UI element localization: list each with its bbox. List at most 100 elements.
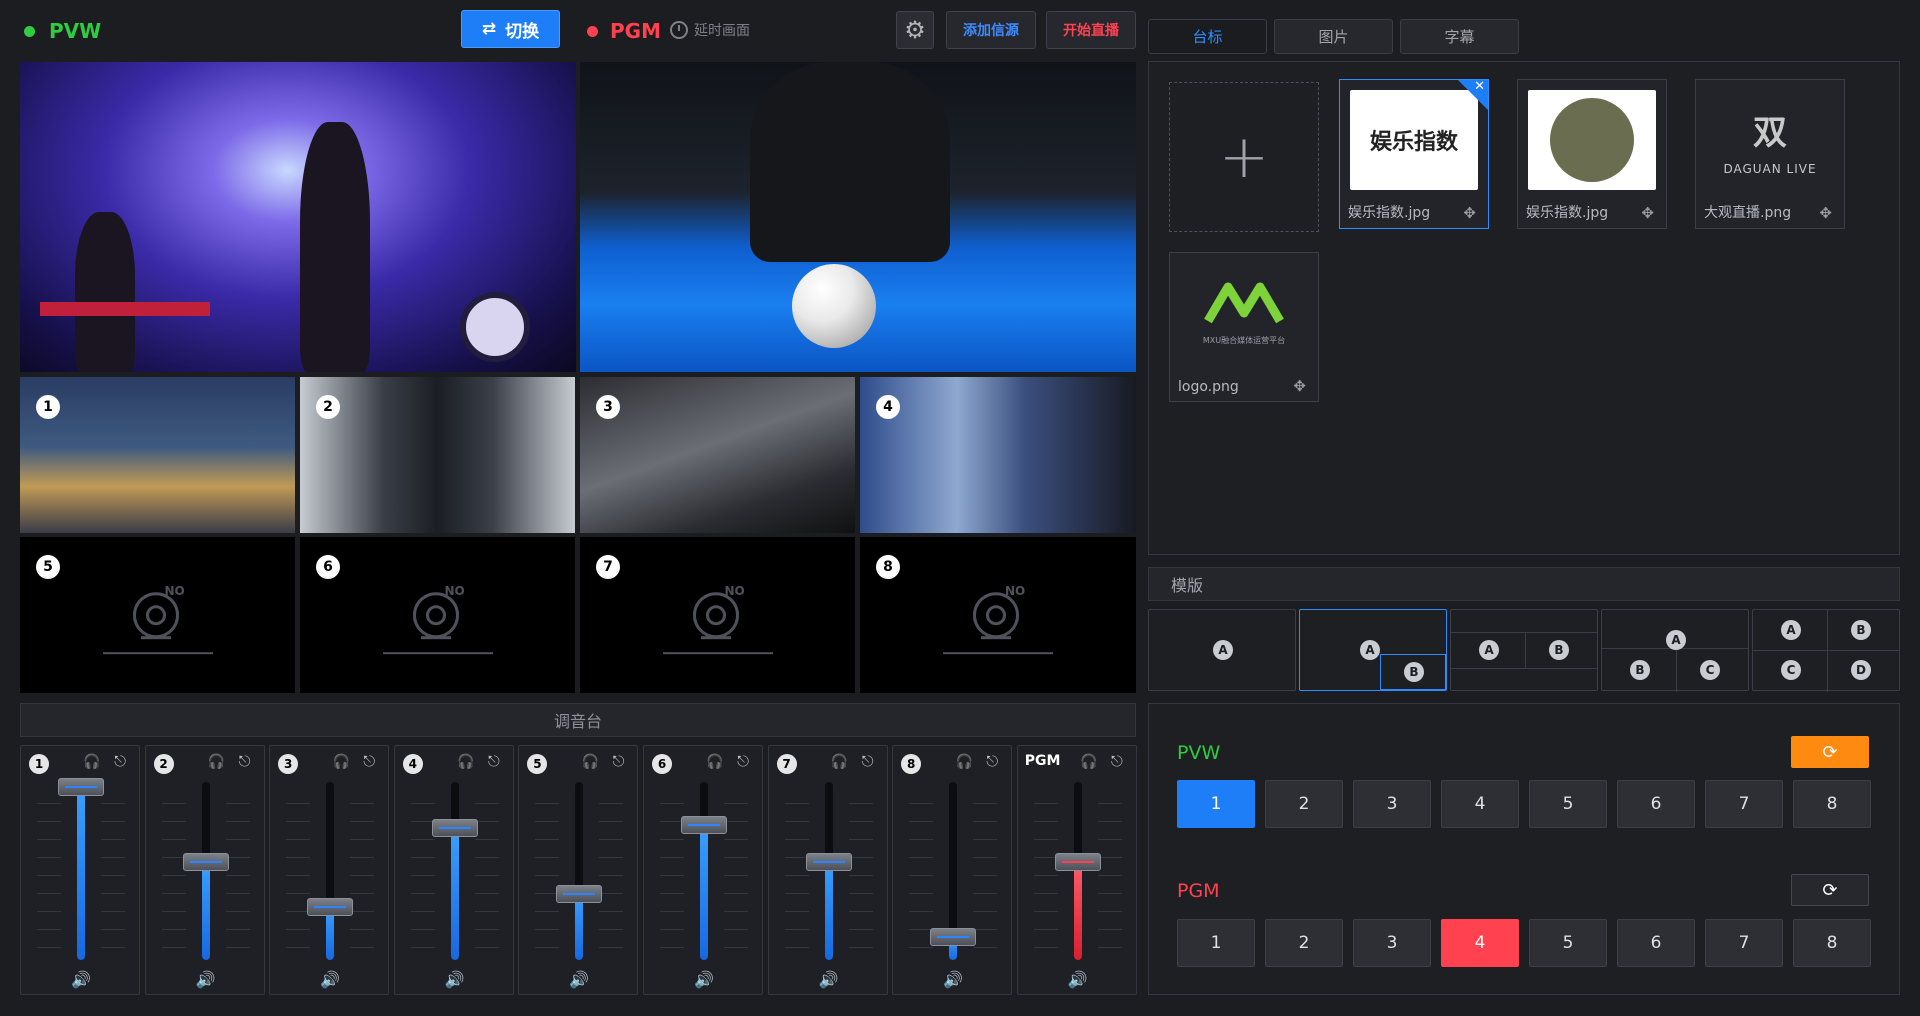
logo-panel: + 娱乐指数 娱乐指数.jpg ✥ ✕ 娱乐指数.jpg ✥ 双 DAGUAN …	[1148, 61, 1900, 555]
add-logo-button[interactable]: +	[1169, 82, 1319, 232]
speaker-icon[interactable]: 🔊	[318, 970, 342, 989]
go-live-button[interactable]: 开始直播	[1046, 11, 1136, 49]
move-icon[interactable]: ✥	[1463, 204, 1476, 222]
fader-knob[interactable]	[681, 815, 727, 834]
tab-caption[interactable]: 字幕	[1400, 19, 1519, 54]
exit-icon[interactable]: ⎋	[859, 752, 877, 770]
template-quad[interactable]: A B C D	[1752, 609, 1900, 692]
template-badge: A	[1479, 640, 1499, 660]
fader-track[interactable]	[326, 782, 335, 960]
pvw-refresh-button[interactable]: ⟳	[1791, 736, 1869, 768]
speaker-icon[interactable]: 🔊	[817, 970, 841, 989]
add-source-button[interactable]: 添加信源	[946, 11, 1036, 49]
pvw-source-button-7[interactable]: 7	[1705, 780, 1783, 828]
fader-track[interactable]	[575, 782, 584, 960]
source-tile-1[interactable]: 1	[20, 377, 295, 533]
fader-knob[interactable]	[58, 778, 104, 797]
exit-icon[interactable]: ⎋	[360, 752, 378, 770]
headphone-icon[interactable]: 🎧	[332, 754, 350, 770]
speaker-icon[interactable]: 🔊	[567, 970, 591, 989]
pvw-source-button-3[interactable]: 3	[1353, 780, 1431, 828]
source-tile-3[interactable]: 3	[580, 377, 855, 533]
speaker-icon[interactable]: 🔊	[1066, 970, 1090, 989]
headphone-icon[interactable]: 🎧	[831, 754, 849, 770]
tab-image[interactable]: 图片	[1274, 19, 1393, 54]
fader-knob[interactable]	[1054, 853, 1101, 872]
template-triple[interactable]: A B C	[1601, 609, 1749, 692]
pvw-source-button-4[interactable]: 4	[1441, 780, 1519, 828]
switcher-pvw-label: PVW	[1177, 742, 1221, 764]
pgm-source-button-5[interactable]: 5	[1529, 919, 1607, 967]
pgm-source-button-4[interactable]: 4	[1441, 919, 1519, 967]
template-single[interactable]: A	[1148, 609, 1296, 691]
level-fill	[700, 824, 708, 960]
template-pip[interactable]: A B	[1299, 609, 1447, 691]
fader-track[interactable]	[77, 782, 85, 960]
settings-button[interactable]: ⚙	[896, 11, 934, 49]
logo-tile[interactable]: MXU融合媒体运营平台 logo.png ✥	[1169, 252, 1319, 402]
exit-icon[interactable]: ⎋	[236, 752, 254, 770]
fader-track[interactable]	[700, 782, 708, 960]
fader-knob[interactable]	[556, 885, 603, 904]
speaker-icon[interactable]: 🔊	[194, 970, 218, 989]
fader-track[interactable]	[450, 782, 459, 960]
exit-icon[interactable]: ⎋	[1108, 752, 1126, 770]
headphone-icon[interactable]: 🎧	[208, 754, 226, 770]
logo-tile[interactable]: 娱乐指数.jpg ✥	[1517, 79, 1667, 229]
fader-knob[interactable]	[431, 819, 478, 838]
clock-icon	[670, 21, 688, 39]
mixer-channel-4: 4 🎧 ⎋ 🔊	[393, 745, 514, 995]
pgm-source-button-2[interactable]: 2	[1265, 919, 1343, 967]
pvw-source-button-1[interactable]: 1	[1177, 780, 1255, 828]
fader-knob[interactable]	[307, 897, 354, 916]
move-icon[interactable]: ✥	[1641, 204, 1654, 222]
exit-icon[interactable]: ⎋	[111, 752, 129, 770]
source-tile-2[interactable]: 2	[300, 377, 575, 533]
speaker-icon[interactable]: 🔊	[692, 970, 716, 989]
headphone-icon[interactable]: 🎧	[457, 754, 475, 770]
fader-knob[interactable]	[805, 853, 852, 872]
exit-icon[interactable]: ⎋	[983, 752, 1001, 770]
source-tile-5[interactable]: 5 NO	[20, 537, 295, 693]
exit-icon[interactable]: ⎋	[734, 752, 752, 770]
move-icon[interactable]: ✥	[1819, 204, 1832, 222]
move-icon[interactable]: ✥	[1293, 377, 1306, 395]
tab-logo[interactable]: 台标	[1148, 19, 1267, 54]
delay-toggle[interactable]: 延时画面	[670, 20, 750, 40]
logo-filename: 大观直播.png	[1704, 205, 1792, 221]
headphone-icon[interactable]: 🎧	[1080, 754, 1098, 770]
exit-icon[interactable]: ⎋	[609, 752, 627, 770]
speaker-icon[interactable]: 🔊	[69, 970, 93, 989]
fader-knob[interactable]	[930, 927, 977, 946]
fader-knob[interactable]	[182, 853, 229, 872]
exit-icon[interactable]: ⎋	[485, 752, 503, 770]
pgm-source-button-6[interactable]: 6	[1617, 919, 1695, 967]
pgm-source-button-1[interactable]: 1	[1177, 919, 1255, 967]
pvw-source-button-8[interactable]: 8	[1793, 780, 1871, 828]
pgm-source-button-3[interactable]: 3	[1353, 919, 1431, 967]
source-tile-8[interactable]: 8 NO	[860, 537, 1136, 693]
pvw-source-button-5[interactable]: 5	[1529, 780, 1607, 828]
switch-button[interactable]: ⇄ 切换	[461, 10, 560, 48]
pvw-source-button-2[interactable]: 2	[1265, 780, 1343, 828]
pgm-refresh-button[interactable]: ⟳	[1791, 874, 1869, 906]
headphone-icon[interactable]: 🎧	[83, 754, 101, 770]
source-tile-6[interactable]: 6 NO	[300, 537, 575, 693]
headphone-icon[interactable]: 🎧	[706, 754, 724, 770]
source-tile-4[interactable]: 4	[860, 377, 1136, 533]
pgm-dot-icon	[587, 25, 598, 37]
logo-tile[interactable]: 娱乐指数 娱乐指数.jpg ✥ ✕	[1339, 79, 1489, 229]
speaker-icon[interactable]: 🔊	[443, 970, 467, 989]
source-tile-7[interactable]: 7 NO	[580, 537, 855, 693]
template-split[interactable]: A B	[1450, 609, 1598, 691]
cue-ball-shape	[792, 264, 876, 348]
speaker-icon[interactable]: 🔊	[941, 970, 965, 989]
pgm-source-button-8[interactable]: 8	[1793, 919, 1871, 967]
logo-tile[interactable]: 双 DAGUAN LIVE 大观直播.png ✥	[1695, 79, 1845, 229]
close-icon[interactable]: ✕	[1474, 79, 1485, 94]
pgm-source-button-7[interactable]: 7	[1705, 919, 1783, 967]
headphone-icon[interactable]: 🎧	[581, 754, 599, 770]
pvw-source-button-6[interactable]: 6	[1617, 780, 1695, 828]
headphone-icon[interactable]: 🎧	[955, 754, 973, 770]
pvw-indicator: PVW	[24, 19, 101, 43]
